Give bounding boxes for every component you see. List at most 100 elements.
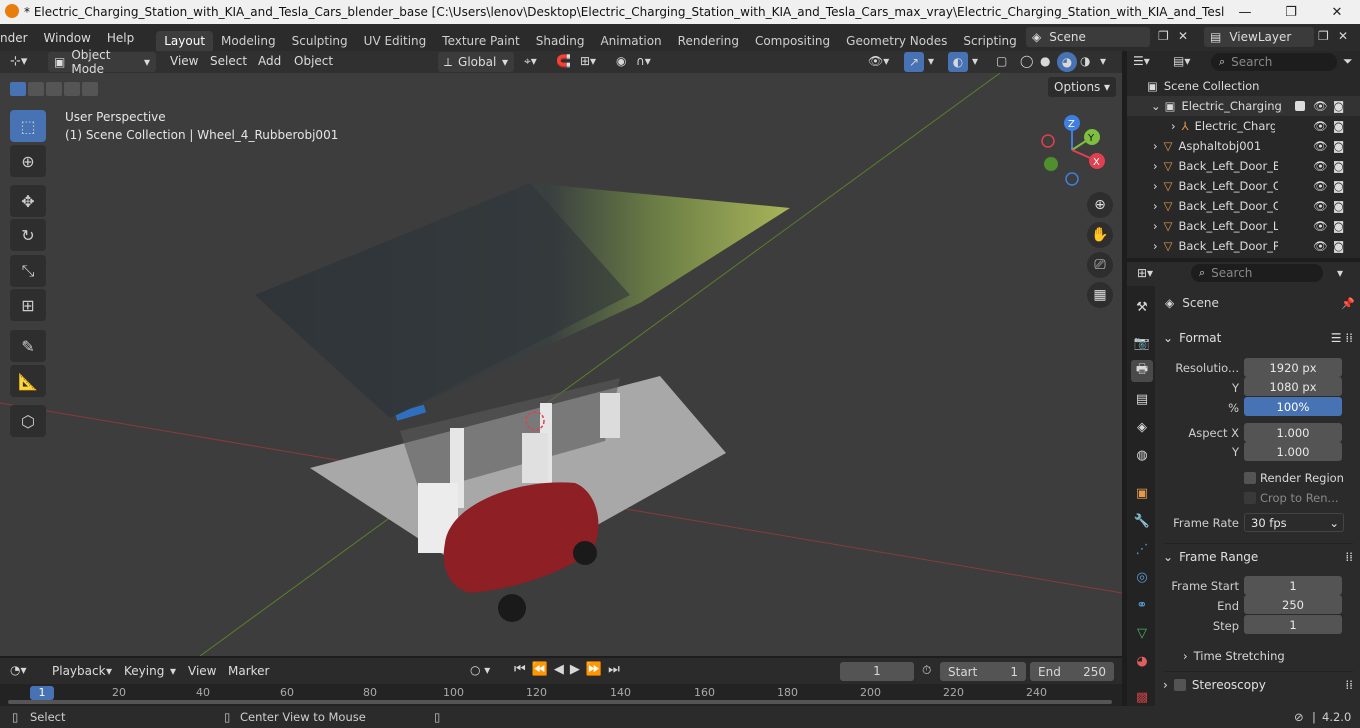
tab-scripting[interactable]: Scripting bbox=[955, 31, 1024, 51]
tab-texture-paint[interactable]: Texture Paint bbox=[434, 31, 527, 51]
delete-layer-icon[interactable]: ✕ bbox=[1338, 29, 1348, 43]
keying-circle-icon[interactable]: ○ ▾ bbox=[470, 663, 490, 677]
frame-end-field[interactable]: 250 bbox=[1244, 595, 1342, 614]
mode-selector[interactable]: ▣ Object Mode ▾ bbox=[48, 48, 156, 76]
physics-tab-icon[interactable]: ◎ bbox=[1131, 566, 1153, 588]
camera-icon[interactable]: ◙ bbox=[1333, 159, 1344, 173]
close-button[interactable]: ✕ bbox=[1314, 0, 1360, 24]
timeline-scrollbar[interactable] bbox=[8, 700, 1112, 704]
eye-icon[interactable]: 👁 bbox=[1313, 199, 1328, 213]
format-panel-header[interactable]: ⌄ Format ☰ ⁞⁞ bbox=[1163, 325, 1353, 351]
outliner-row[interactable]: › ⅄ Electric_Chargi 👁 ◙ bbox=[1127, 116, 1360, 136]
menu-window[interactable]: Window bbox=[36, 31, 99, 45]
chevron-down-icon[interactable]: ▾ bbox=[928, 54, 934, 68]
outliner-row[interactable]: › ▽ Back_Left_Door_Pla 👁 ◙ bbox=[1127, 236, 1360, 256]
overlay-toggle-icon[interactable]: ◐ bbox=[948, 52, 968, 72]
select-new-icon[interactable] bbox=[10, 82, 26, 96]
annotate-tool[interactable]: ✎ bbox=[10, 330, 46, 362]
stereoscopy-checkbox[interactable] bbox=[1173, 678, 1186, 691]
eye-icon[interactable]: 👁 bbox=[1313, 139, 1328, 153]
outliner-row[interactable]: › ▽ Back_Left_Door_Lig 👁 ◙ bbox=[1127, 216, 1360, 236]
tab-rendering[interactable]: Rendering bbox=[670, 31, 747, 51]
ortho-toggle-button[interactable]: ▦ bbox=[1087, 282, 1113, 308]
camera-icon[interactable]: ◙ bbox=[1333, 239, 1344, 253]
properties-editor-icon[interactable]: ⊞▾ bbox=[1137, 266, 1153, 280]
menu-marker[interactable]: Marker bbox=[220, 664, 277, 678]
aspect-y-field[interactable]: 1.000 bbox=[1244, 442, 1342, 461]
eye-icon[interactable]: 👁 bbox=[1313, 239, 1328, 253]
frame-step-field[interactable]: 1 bbox=[1244, 615, 1342, 634]
aspect-x-field[interactable]: 1.000 bbox=[1244, 423, 1342, 442]
playhead[interactable]: 1 bbox=[30, 686, 54, 700]
view-layer-selector[interactable]: ▤ ViewLayer bbox=[1204, 27, 1314, 47]
tab-animation[interactable]: Animation bbox=[592, 31, 669, 51]
menu-keying[interactable]: Keying bbox=[116, 664, 172, 678]
transform-orientation[interactable]: ⟂ Global ▾ bbox=[438, 52, 514, 72]
menu-timeline-view[interactable]: View bbox=[180, 664, 224, 678]
drag-handle-icon[interactable]: ⁞⁞ bbox=[1345, 550, 1353, 564]
tab-compositing[interactable]: Compositing bbox=[747, 31, 838, 51]
3d-viewport[interactable]: ⬚ ⊕ ✥ ↻ ⤡ ⊞ ✎ 📐 ⬡ User Perspective (1) S… bbox=[0, 73, 1122, 656]
camera-icon[interactable]: ◙ bbox=[1333, 119, 1344, 133]
filter-icon[interactable]: ⏷ bbox=[1343, 54, 1353, 69]
select-invert-icon[interactable] bbox=[64, 82, 80, 96]
chevron-down-icon[interactable]: ▾ bbox=[972, 54, 978, 68]
outliner-row[interactable]: › ▽ Back_Left_Door_Bo 👁 ◙ bbox=[1127, 156, 1360, 176]
move-tool[interactable]: ✥ bbox=[10, 185, 46, 217]
menu-help[interactable]: Help bbox=[99, 31, 142, 45]
stopwatch-icon[interactable]: ⏱ bbox=[922, 663, 931, 678]
resolution-y-field[interactable]: 1080 px bbox=[1244, 377, 1342, 396]
chevron-down-icon[interactable]: ▾ bbox=[1337, 266, 1343, 280]
camera-icon[interactable]: ◙ bbox=[1333, 199, 1344, 213]
copy-layer-icon[interactable]: ❐ bbox=[1318, 29, 1329, 43]
falloff-icon[interactable]: ∩▾ bbox=[636, 54, 651, 68]
end-frame-field[interactable]: End 250 bbox=[1030, 662, 1114, 681]
zoom-button[interactable]: ⊕ bbox=[1087, 192, 1113, 218]
eye-icon[interactable]: 👁 bbox=[1313, 99, 1328, 113]
camera-icon[interactable]: ◙ bbox=[1333, 179, 1344, 193]
frame-range-panel-header[interactable]: ⌄ Frame Range ⁞⁞ bbox=[1163, 543, 1353, 569]
frame-rate-dropdown[interactable]: 30 fps ⌄ bbox=[1244, 513, 1344, 532]
xray-icon[interactable]: ▢ bbox=[996, 54, 1007, 68]
copy-scene-icon[interactable]: ❐ bbox=[1158, 29, 1169, 43]
minimize-button[interactable]: — bbox=[1222, 0, 1268, 24]
eye-icon[interactable]: 👁 bbox=[1313, 119, 1328, 133]
frame-start-field[interactable]: 1 bbox=[1244, 576, 1342, 595]
camera-icon[interactable]: ◙ bbox=[1333, 99, 1344, 113]
render-tab-icon[interactable]: 📷 bbox=[1131, 332, 1153, 354]
proportional-edit-icon[interactable]: ◉ bbox=[616, 54, 626, 68]
menu-view[interactable]: View bbox=[162, 54, 206, 68]
data-tab-icon[interactable]: ▽ bbox=[1131, 622, 1153, 644]
current-frame-field[interactable]: 1 bbox=[840, 662, 914, 681]
outliner-row[interactable]: › ▽ Back_Left_Door_Clc 👁 ◙ bbox=[1127, 196, 1360, 216]
checkbox-icon[interactable] bbox=[1295, 101, 1305, 111]
object-tab-icon[interactable]: ▣ bbox=[1131, 482, 1153, 504]
menu-add[interactable]: Add bbox=[250, 54, 289, 68]
crop-checkbox[interactable] bbox=[1244, 492, 1256, 504]
chevron-down-icon[interactable]: ▾ bbox=[1100, 54, 1106, 68]
drag-handle-icon[interactable]: ⁞⁞ bbox=[1345, 678, 1353, 692]
world-tab-icon[interactable]: ◍ bbox=[1131, 444, 1153, 466]
snap-target-icon[interactable]: ⊞▾ bbox=[580, 54, 596, 68]
solid-shading-icon[interactable]: ● bbox=[1040, 54, 1050, 68]
menu-playback[interactable]: Playback bbox=[44, 664, 114, 678]
wireframe-shading-icon[interactable]: ◯ bbox=[1020, 54, 1033, 68]
tab-uv-editing[interactable]: UV Editing bbox=[356, 31, 435, 51]
menu-select[interactable]: Select bbox=[202, 54, 255, 68]
pan-button[interactable]: ✋ bbox=[1087, 222, 1113, 248]
stereoscopy-panel-header[interactable]: › Stereoscopy ⁞⁞ bbox=[1163, 671, 1353, 697]
tool-tab-icon[interactable]: ⚒ bbox=[1131, 296, 1153, 318]
outliner-row[interactable]: ⌄ ▣ Electric_Charging_S 👁 ◙ bbox=[1127, 96, 1360, 116]
select-subtract-icon[interactable] bbox=[46, 82, 62, 96]
rendered-shading-icon[interactable]: ◑ bbox=[1080, 54, 1090, 68]
select-intersect-icon[interactable] bbox=[82, 82, 98, 96]
scene-selector[interactable]: ◈ Scene bbox=[1026, 27, 1150, 47]
render-region-checkbox[interactable] bbox=[1244, 472, 1256, 484]
outliner-editor-icon[interactable]: ☰▾ bbox=[1133, 54, 1150, 68]
outliner-row[interactable]: › ▽ Asphaltobj001 👁 ◙ bbox=[1127, 136, 1360, 156]
outliner-search[interactable]: ⌕ Search bbox=[1211, 53, 1337, 71]
constraints-tab-icon[interactable]: ⚭ bbox=[1131, 594, 1153, 616]
add-cube-tool[interactable]: ⬡ bbox=[10, 405, 46, 437]
menu-object[interactable]: Object bbox=[286, 54, 341, 68]
outliner-row[interactable]: › ▽ Back_Left_Door_Clc 👁 ◙ bbox=[1127, 176, 1360, 196]
